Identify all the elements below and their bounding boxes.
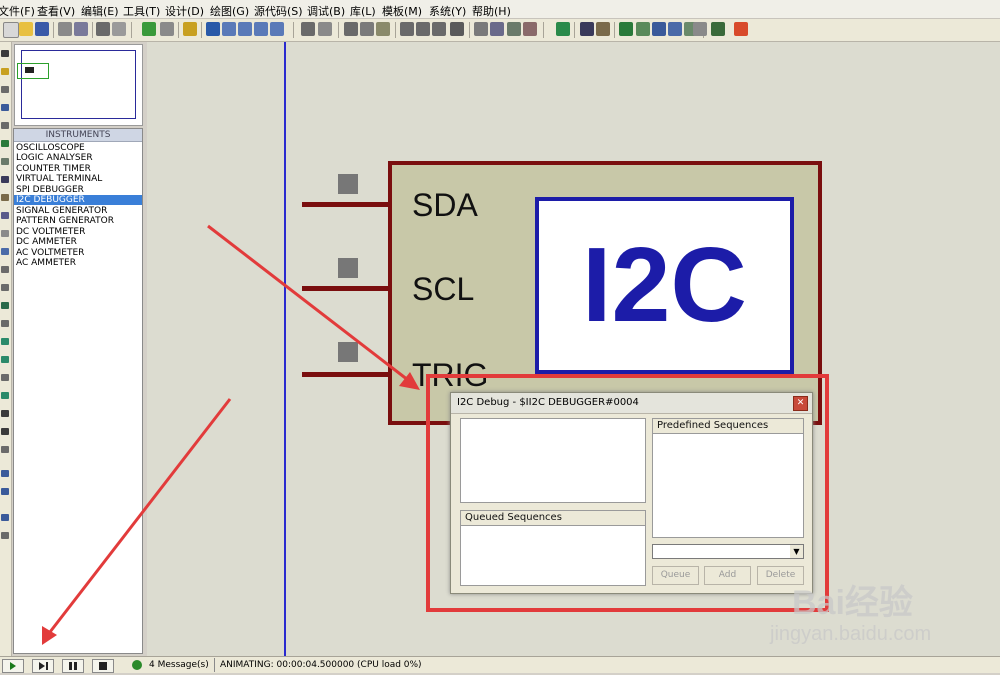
animation-status: ANIMATING: 00:00:04.500000 (CPU load 0%) bbox=[220, 660, 422, 670]
step-icon bbox=[39, 662, 48, 670]
status-divider bbox=[214, 658, 215, 672]
play-button[interactable] bbox=[2, 659, 24, 673]
pause-button[interactable] bbox=[62, 659, 84, 673]
watermark-url: jingyan.baidu.com bbox=[770, 623, 932, 645]
arrowhead-to-play-button bbox=[42, 626, 57, 645]
watermark-brand: Bai经验 bbox=[792, 584, 913, 622]
arrow-to-dialog bbox=[207, 224, 409, 382]
pause-icon bbox=[69, 662, 77, 670]
step-button[interactable] bbox=[32, 659, 54, 673]
play-icon bbox=[10, 662, 16, 670]
stop-button[interactable] bbox=[92, 659, 114, 673]
messages-count[interactable]: 4 Message(s) bbox=[149, 660, 209, 670]
info-icon[interactable] bbox=[132, 660, 142, 670]
status-bar: 4 Message(s) ANIMATING: 00:00:04.500000 … bbox=[0, 656, 1000, 673]
arrow-to-play-button bbox=[48, 398, 232, 633]
stop-icon bbox=[99, 662, 107, 670]
watermark: Bai经验 jingyan.baidu.com bbox=[760, 565, 1000, 655]
